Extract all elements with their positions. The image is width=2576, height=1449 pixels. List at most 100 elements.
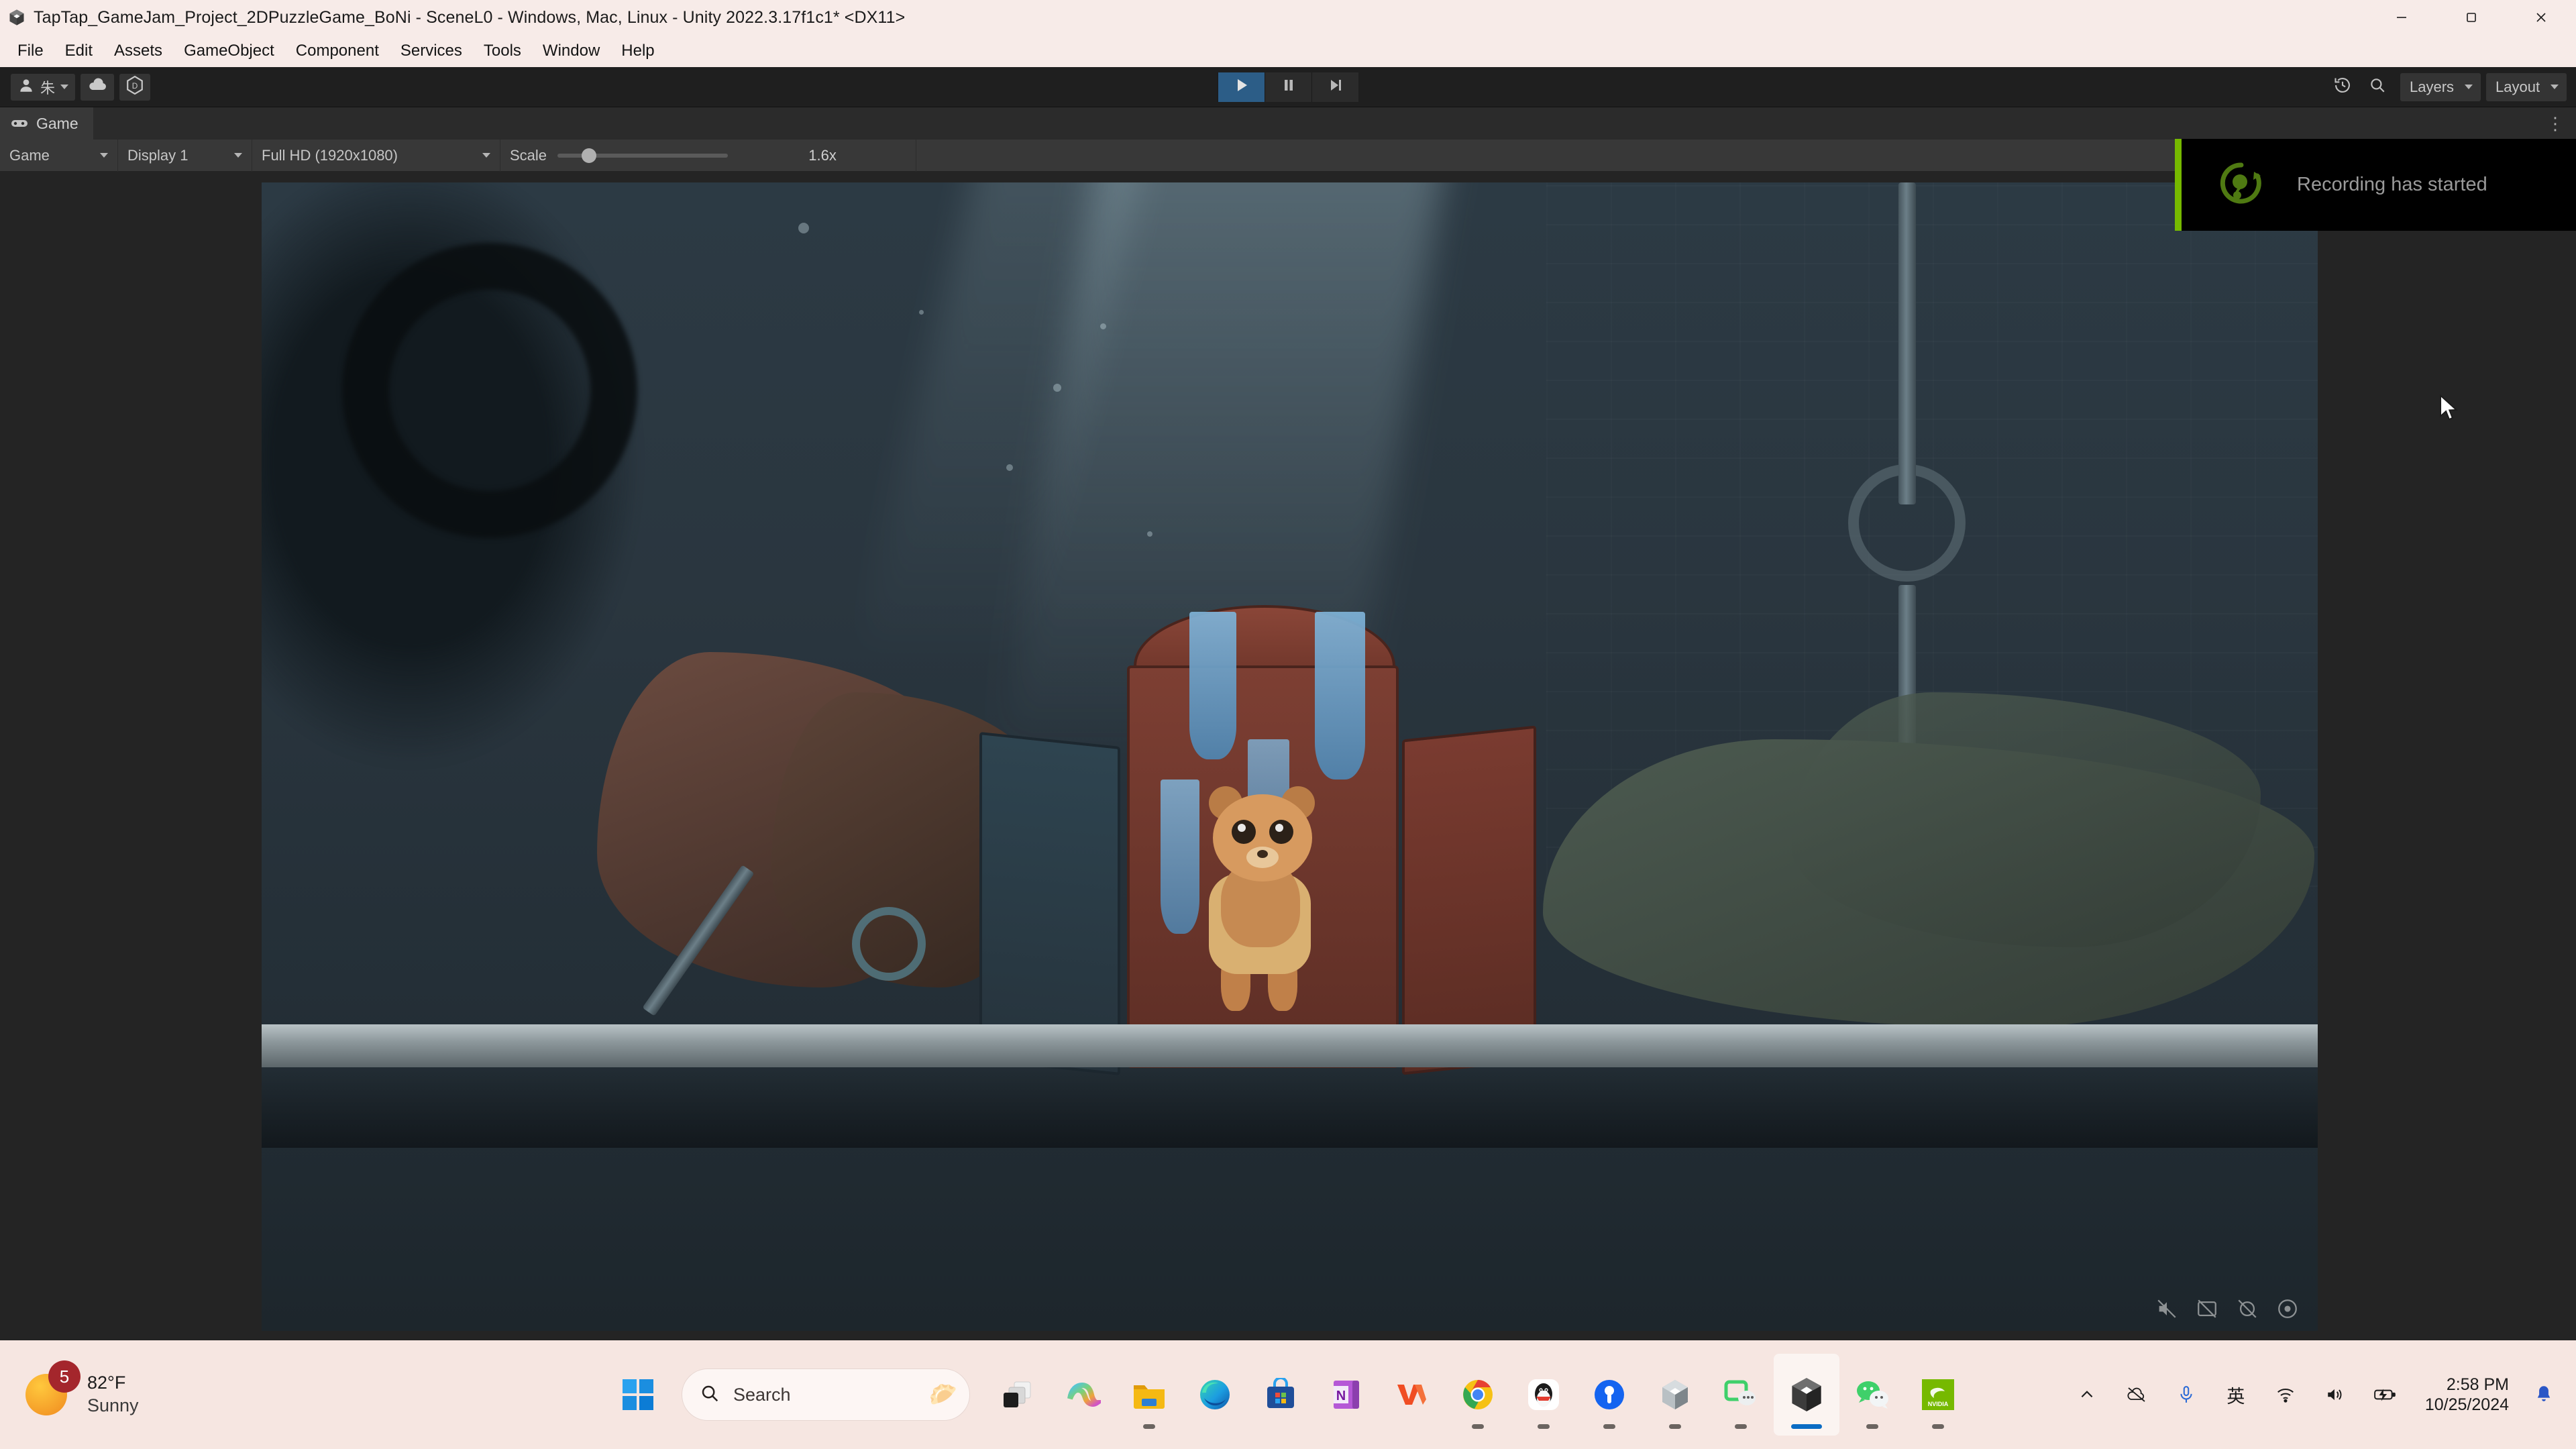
chevron-down-icon [60,85,69,89]
menu-item-file[interactable]: File [7,38,54,64]
taskbar-app-file-explorer[interactable] [1116,1354,1182,1436]
menu-item-window[interactable]: Window [532,38,610,64]
search-icon [700,1383,720,1407]
small-valve-wheel [852,907,926,981]
running-indicator [1472,1424,1484,1429]
chevron-up-icon[interactable] [2072,1380,2102,1409]
taskbar-clock[interactable]: 2:58 PM 10/25/2024 [2425,1375,2509,1415]
running-indicator [1866,1424,1878,1429]
gizmos-off-icon[interactable] [2236,1297,2259,1320]
tab-game[interactable]: Game [0,107,93,140]
game-viewport[interactable] [262,182,2318,1331]
layout-dropdown[interactable]: Layout [2486,72,2567,101]
menu-item-edit[interactable]: Edit [54,38,103,64]
weather-widget[interactable]: 5 82°F Sunny [25,1360,139,1417]
cloud-services-button[interactable] [80,73,115,101]
devops-hexagon-icon: D [126,75,144,98]
game-render-area[interactable] [0,172,2576,1340]
taskbar-app-wechat-devtools[interactable] [1708,1354,1774,1436]
windows-start-button[interactable] [605,1354,671,1436]
stats-off-icon[interactable] [2196,1297,2218,1320]
taskbar-app-microsoft-store[interactable] [1248,1354,1313,1436]
layout-label: Layout [2496,78,2540,95]
taskbar-app-unity-editor[interactable] [1774,1354,1839,1436]
task-view-icon [997,1374,1038,1415]
taskbar-app-chrome[interactable] [1445,1354,1511,1436]
menu-item-gameobject[interactable]: GameObject [173,38,285,64]
menu-item-assets[interactable]: Assets [103,38,173,64]
unity-menu-bar: File Edit Assets GameObject Component Se… [0,35,2576,67]
mute-audio-icon[interactable] [2155,1297,2178,1320]
weather-temperature: 82°F [87,1373,126,1393]
bubble-particle [1053,384,1061,392]
microphone-icon[interactable] [2171,1380,2201,1409]
menu-item-component[interactable]: Component [285,38,390,64]
taskbar-app-qq[interactable] [1511,1354,1576,1436]
menu-item-help[interactable]: Help [610,38,665,64]
cloud-icon [87,78,107,96]
pause-button[interactable] [1265,72,1311,102]
wechat-devtools-icon [1720,1374,1762,1415]
layers-dropdown[interactable]: Layers [2400,72,2481,101]
game-view-overlay-icons [2155,1297,2299,1320]
bear-eye-right [1269,820,1293,844]
baidu-netdisk-icon [1589,1374,1630,1415]
menu-item-tools[interactable]: Tools [473,38,532,64]
more-options-icon[interactable]: ⋮ [2546,113,2565,134]
display-dropdown[interactable]: Display 1 [118,139,252,172]
nvidia-shadowplay-recording-icon [2219,161,2263,209]
running-indicator [1735,1424,1747,1429]
step-button[interactable] [1311,72,1358,102]
menu-item-services[interactable]: Services [390,38,473,64]
minimize-icon[interactable] [2367,0,2436,35]
bubble-particle [798,223,809,233]
recording-toast-message: Recording has started [2297,174,2487,195]
ime-english-icon[interactable]: 英 [2221,1380,2251,1409]
scale-slider[interactable] [557,148,729,163]
taskbar-app-task-view[interactable] [985,1354,1051,1436]
taskbar-app-edge[interactable] [1182,1354,1248,1436]
qq-icon [1523,1374,1564,1415]
volume-icon[interactable] [2320,1380,2350,1409]
close-icon[interactable] [2506,0,2576,35]
chevron-down-icon [2465,85,2473,89]
onedrive-offline-icon[interactable] [2122,1380,2151,1409]
toolbar-search-button[interactable] [2360,72,2395,102]
running-indicator [1603,1424,1615,1429]
scale-slider-handle[interactable] [581,148,596,163]
sun-icon: 5 [25,1360,80,1415]
battery-charging-icon[interactable] [2370,1380,2400,1409]
scale-control[interactable]: Scale 1.6x [500,139,917,172]
unity-editor-icon [1786,1374,1827,1415]
play-button[interactable] [1218,72,1265,102]
account-avatar-icon [17,76,35,97]
undo-history-button[interactable] [2325,72,2360,102]
copilot-icon [1063,1374,1104,1415]
help-circle-icon[interactable] [2276,1297,2299,1320]
account-button[interactable]: 朱 [11,73,76,101]
taskbar-app-onenote[interactable]: N [1313,1354,1379,1436]
taskbar-app-nvidia-app[interactable]: NVIDIA [1905,1354,1971,1436]
unity-hub-icon [1654,1374,1696,1415]
view-type-dropdown[interactable]: Game [0,139,118,172]
running-indicator [1143,1424,1155,1429]
window-title-text: TapTap_GameJam_Project_2DPuzzleGame_BoNi… [34,7,906,27]
step-forward-icon [1328,77,1343,97]
pause-icon [1281,77,1296,97]
taskbar-app-wechat[interactable] [1839,1354,1905,1436]
taskbar-app-unity-hub[interactable] [1642,1354,1708,1436]
taskbar-app-wps-office[interactable] [1379,1354,1445,1436]
maximize-icon[interactable] [2436,0,2506,35]
notification-bell-icon[interactable] [2529,1380,2559,1409]
running-indicator [1669,1424,1681,1429]
wifi-icon[interactable] [2271,1380,2300,1409]
game-view-tab-strip: Game ⋮ [0,107,2576,140]
devops-button[interactable]: D [119,73,151,101]
layers-label: Layers [2410,78,2455,95]
running-indicator [1538,1424,1550,1429]
search-input[interactable]: Search 🥟 [682,1368,970,1421]
taskbar-app-baidu-netdisk[interactable] [1576,1354,1642,1436]
scale-value: 1.6x [808,146,837,164]
resolution-dropdown[interactable]: Full HD (1920x1080) [252,139,500,172]
taskbar-app-copilot[interactable] [1051,1354,1116,1436]
